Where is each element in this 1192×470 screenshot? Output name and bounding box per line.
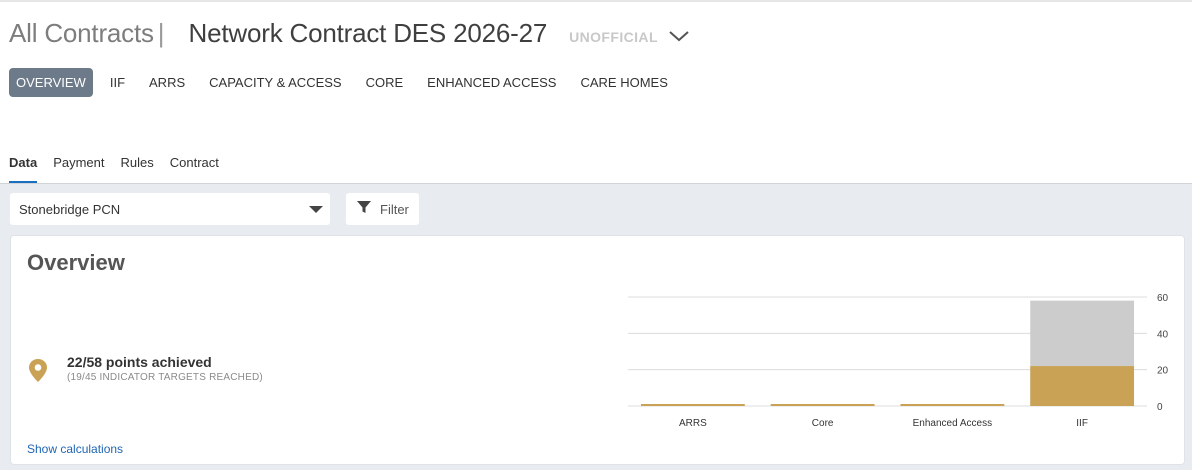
sub-tabs: Data Payment Rules Contract [9, 153, 235, 183]
x-tick-label: IIF [1076, 418, 1088, 429]
tab-iif[interactable]: IIF [103, 68, 132, 97]
bar-achieved [1030, 366, 1135, 406]
tab-contract[interactable]: Contract [170, 153, 219, 183]
bar-remaining [1030, 300, 1135, 367]
points-achieved: 22/58 points achieved [67, 354, 212, 370]
overview-chart: 0 20 40 60 ARRS Core Enhanced Access IIF [628, 293, 1169, 429]
chevron-down-icon[interactable] [668, 29, 690, 43]
pcn-select[interactable]: Stonebridge PCN [10, 193, 330, 225]
map-pin-icon [27, 358, 49, 386]
filter-button-label: Filter [380, 201, 409, 217]
y-tick-label: 20 [1157, 366, 1169, 377]
pcn-select-value: Stonebridge PCN [19, 201, 121, 217]
tab-enhanced-access[interactable]: ENHANCED ACCESS [420, 68, 563, 97]
y-tick-label: 60 [1157, 293, 1169, 304]
caret-down-icon [309, 206, 323, 213]
tab-rules[interactable]: Rules [121, 153, 154, 183]
contract-title: Network Contract DES 2026-27 [188, 18, 548, 48]
tab-capacity-access[interactable]: CAPACITY & ACCESS [202, 68, 348, 97]
show-calculations-link[interactable]: Show calculations [27, 442, 123, 456]
filter-icon [356, 200, 372, 219]
status-badge: UNOFFICIAL [569, 29, 658, 45]
contract-nav-tabs: OVERVIEW IIF ARRS CAPACITY & ACCESS CORE… [9, 68, 685, 97]
header-separator: | [157, 18, 165, 48]
tab-core[interactable]: CORE [359, 68, 411, 97]
indicator-targets: (19/45 INDICATOR TARGETS REACHED) [67, 372, 263, 383]
all-contracts-link[interactable]: All Contracts [9, 18, 154, 49]
tab-arrs[interactable]: ARRS [142, 68, 192, 97]
points-summary: 22/58 points achieved (19/45 INDICATOR T… [27, 354, 263, 386]
bar-achieved [900, 404, 1005, 406]
overview-title: Overview [27, 250, 125, 275]
x-tick-label: ARRS [679, 418, 707, 429]
y-tick-label: 0 [1157, 402, 1163, 413]
top-divider [0, 0, 1192, 2]
y-tick-label: 40 [1157, 329, 1169, 340]
x-tick-label: Core [812, 418, 834, 429]
bar-achieved [640, 404, 745, 406]
x-tick-label: Enhanced Access [913, 418, 993, 429]
page-header: All Contracts | Network Contract DES 202… [9, 18, 690, 54]
tab-overview[interactable]: OVERVIEW [9, 68, 93, 97]
tab-payment[interactable]: Payment [53, 153, 104, 183]
filter-button[interactable]: Filter [346, 193, 419, 225]
tab-care-homes[interactable]: CARE HOMES [573, 68, 674, 97]
tab-data[interactable]: Data [9, 153, 38, 183]
bar-achieved [770, 404, 875, 406]
